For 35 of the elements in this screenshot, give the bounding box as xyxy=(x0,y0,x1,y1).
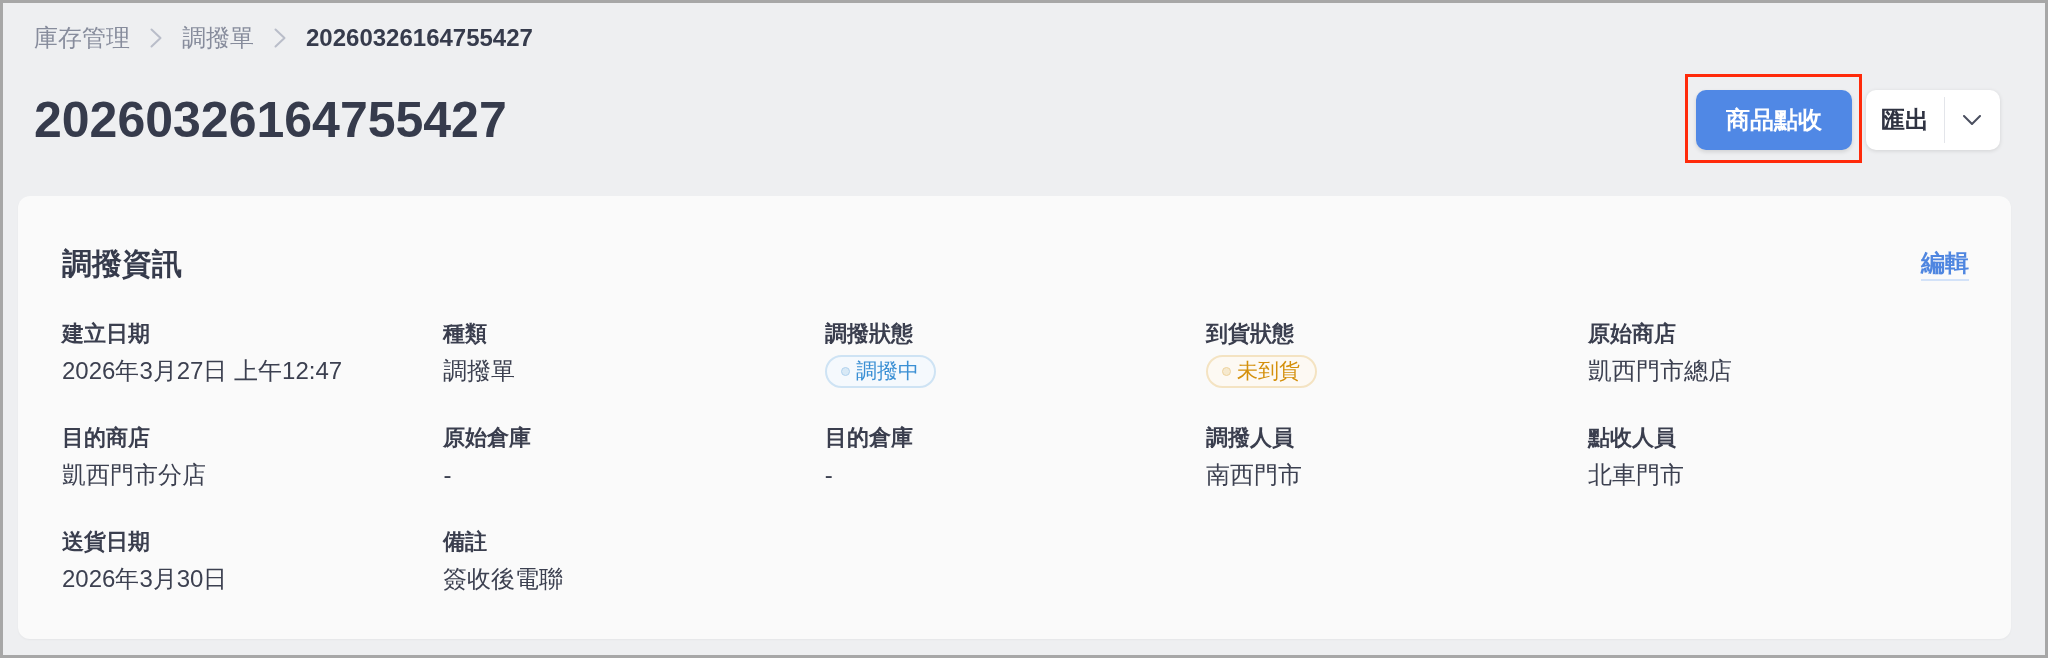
export-button[interactable]: 匯出 xyxy=(1866,90,1944,150)
field-value: 簽收後電聯 xyxy=(443,564,565,594)
section-title: 調撥資訊 xyxy=(62,246,182,282)
field-label: 建立日期 xyxy=(62,320,151,348)
field-label: 送貨日期 xyxy=(62,528,151,556)
chevron-right-icon xyxy=(150,28,162,48)
field-label: 目的商店 xyxy=(62,424,151,452)
field-label: 種類 xyxy=(443,320,489,348)
field-label: 調撥狀態 xyxy=(824,320,914,348)
status-text: 未到貨 xyxy=(1237,358,1301,384)
field-label: 點收人員 xyxy=(1587,424,1677,452)
field-label: 目的倉庫 xyxy=(824,424,914,452)
status-text: 調撥中 xyxy=(855,358,919,384)
field-value: 北車門市 xyxy=(1587,460,1685,490)
chevron-right-icon xyxy=(274,28,286,48)
field-value: 2026年3月27日 上午12:47 xyxy=(62,356,344,386)
field-value: 南西門市 xyxy=(1206,460,1304,490)
field-value: 調撥單 xyxy=(443,356,517,386)
field-label: 原始倉庫 xyxy=(443,424,533,452)
field-label: 調撥人員 xyxy=(1206,424,1296,452)
edit-link[interactable]: 編輯 xyxy=(1921,247,1969,281)
receive-goods-button[interactable]: 商品點收 xyxy=(1696,90,1852,150)
field-value: 凱西門市總店 xyxy=(1587,356,1733,386)
field-value: 2026年3月30日 xyxy=(62,564,229,594)
field-label: 備註 xyxy=(443,528,489,556)
field-label: 原始商店 xyxy=(1587,320,1677,348)
breadcrumb-link[interactable]: 庫存管理 xyxy=(34,20,130,56)
field-value: 凱西門市分店 xyxy=(62,460,207,490)
breadcrumb-current: 20260326164755427 xyxy=(306,23,533,53)
breadcrumb-link[interactable]: 調撥單 xyxy=(182,20,254,56)
page-title: 20260326164755427 xyxy=(34,91,507,150)
field-value: - xyxy=(824,460,834,490)
field-label: 到貨狀態 xyxy=(1206,320,1296,348)
field-value: - xyxy=(443,460,453,490)
chevron-down-icon xyxy=(1963,115,1981,125)
